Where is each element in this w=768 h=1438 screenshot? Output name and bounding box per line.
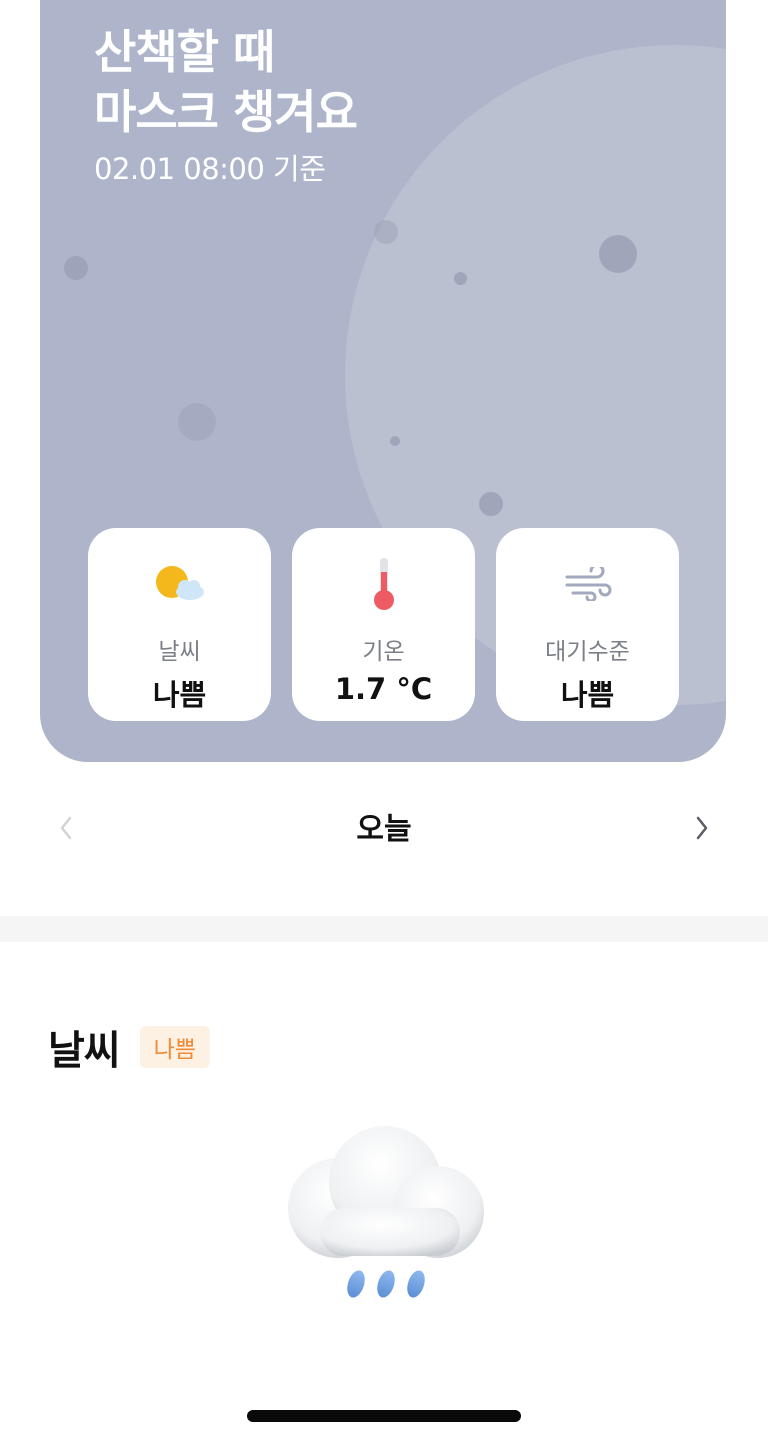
summary-cards: 날씨 나쁨 기온 1.7 °C 대기수준 나쁨 <box>88 528 680 721</box>
dust-particle <box>479 492 503 516</box>
dust-particle <box>599 235 637 273</box>
dust-particle <box>178 403 216 441</box>
date-title: 오늘 <box>356 812 412 847</box>
weather-section-title: 날씨 <box>48 1028 121 1074</box>
weather-card[interactable]: 날씨 나쁨 <box>88 528 271 721</box>
update-timestamp: 02.01 08:00 기준 <box>94 152 326 186</box>
weather-card-label: 날씨 <box>158 639 201 665</box>
weather-section-header: 날씨 나쁨 <box>48 1018 210 1076</box>
weather-description-clipped <box>0 1356 768 1372</box>
dust-particle <box>64 256 88 280</box>
hero-title: 산책할 때 마스크 챙겨요 <box>94 22 358 142</box>
chevron-right-icon[interactable] <box>682 808 722 848</box>
hero-title-line1: 산책할 때 <box>94 25 275 79</box>
date-navigator: 오늘 <box>0 790 768 866</box>
temperature-card[interactable]: 기온 1.7 °C <box>292 528 475 721</box>
home-indicator[interactable] <box>247 1410 521 1422</box>
wind-icon <box>558 554 618 614</box>
dust-particle <box>374 220 398 244</box>
weather-card-value: 나쁨 <box>152 678 207 712</box>
thermometer-icon <box>354 554 414 614</box>
section-divider <box>0 916 768 942</box>
air-quality-card-value: 나쁨 <box>560 678 615 712</box>
air-quality-card[interactable]: 대기수준 나쁨 <box>496 528 679 721</box>
temperature-card-value: 1.7 °C <box>334 672 433 706</box>
weather-status-badge: 나쁨 <box>139 1026 210 1068</box>
air-quality-card-label: 대기수준 <box>545 639 630 665</box>
hero-title-line2: 마스크 챙겨요 <box>94 85 358 139</box>
temperature-card-label: 기온 <box>362 639 405 665</box>
dust-particle <box>390 436 400 446</box>
rain-cloud-icon <box>280 1120 490 1310</box>
dust-particle <box>454 272 467 285</box>
sun-cloud-icon <box>150 554 210 614</box>
